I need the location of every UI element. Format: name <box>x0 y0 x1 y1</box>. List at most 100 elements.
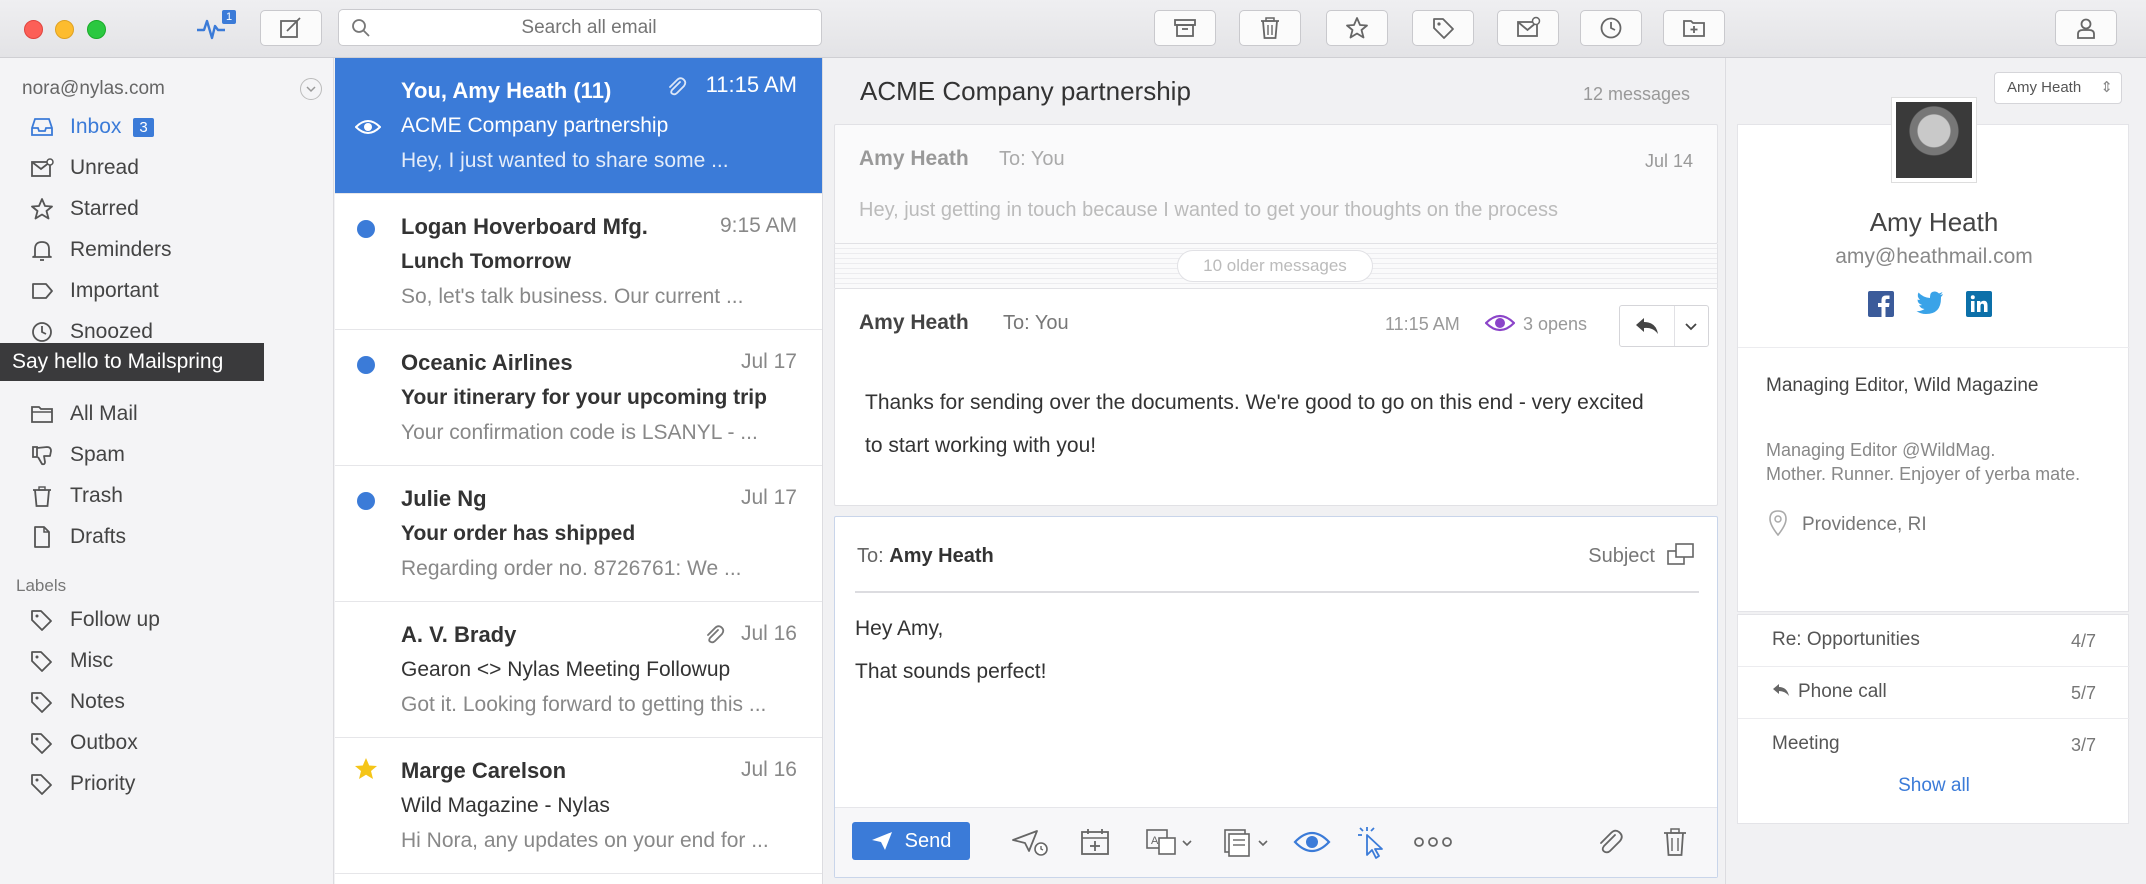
discard-draft-icon[interactable] <box>1661 824 1689 860</box>
facebook-icon[interactable] <box>1868 291 1894 322</box>
label-button[interactable] <box>1412 10 1474 46</box>
sidebar-item-reminders[interactable]: Reminders <box>28 233 328 267</box>
message-row[interactable]: Julie Ng Jul 17 Your order has shipped R… <box>335 466 822 602</box>
related-thread-item[interactable]: Phone call 5/7 <box>1738 667 2130 719</box>
popout-icon[interactable] <box>1667 543 1695 570</box>
sidebar-item-label: Follow up <box>70 608 160 631</box>
message-sender[interactable]: Amy Heath <box>859 311 969 335</box>
sidebar-item-label: Snoozed <box>70 320 153 343</box>
sidebar-item-label: Notes <box>70 690 125 713</box>
templates-icon[interactable] <box>1221 824 1271 860</box>
unread-indicator[interactable] <box>357 356 375 374</box>
contact-selector[interactable]: Amy Heath ⇕ <box>1994 72 2122 104</box>
clock-icon <box>1600 17 1622 39</box>
sidebar-item-all-mail[interactable]: All Mail <box>28 397 328 431</box>
search-icon <box>352 19 370 37</box>
message-date: Jul 16 <box>740 622 797 645</box>
bell-icon <box>28 236 56 264</box>
translate-icon[interactable]: A <box>1145 824 1195 860</box>
older-messages-button[interactable]: 10 older messages <box>1177 250 1373 282</box>
sidebar-item-label: Drafts <box>70 525 127 548</box>
person-icon <box>2077 18 2095 39</box>
message-row[interactable]: Oceanic Airlines Jul 17 Your itinerary f… <box>335 330 822 466</box>
composer-to-field[interactable]: To: Amy Heath <box>857 545 994 568</box>
search-input[interactable] <box>379 10 799 45</box>
tag-icon <box>1433 18 1454 39</box>
sidebar-label-misc[interactable]: Misc <box>28 644 328 678</box>
composer-body-line[interactable]: Hey Amy, <box>855 617 943 641</box>
search-box[interactable] <box>338 9 822 46</box>
compose-button[interactable] <box>260 10 322 46</box>
sidebar-item-starred[interactable]: Starred <box>28 192 328 226</box>
linkedin-icon[interactable] <box>1966 291 1992 322</box>
calendar-icon[interactable] <box>1079 824 1111 860</box>
folder-icon <box>28 400 56 428</box>
activity-button[interactable]: 1 <box>196 10 237 44</box>
send-later-icon[interactable] <box>1011 824 1051 860</box>
related-threads: Re: Opportunities 4/7 Phone call 5/7 Mee… <box>1737 614 2130 824</box>
message-date: 11:15 AM <box>705 72 797 97</box>
open-tracking-count[interactable]: 3 opens <box>1523 314 1587 335</box>
message-row[interactable]: A. V. Brady Jul 16 Gearon <> Nylas Meeti… <box>335 602 822 738</box>
clock-icon <box>28 318 56 346</box>
trash-button[interactable] <box>1239 10 1301 46</box>
reply-icon <box>1634 316 1660 341</box>
message-body: Thanks for sending over the documents. W… <box>865 391 1644 457</box>
sidebar-item-unread[interactable]: Unread <box>28 151 328 185</box>
sidebar-label-notes[interactable]: Notes <box>28 685 328 719</box>
archive-button[interactable] <box>1154 10 1216 46</box>
open-tracking-icon[interactable] <box>1293 824 1331 860</box>
zoom-window-button[interactable] <box>87 20 106 39</box>
sidebar-item-drafts[interactable]: Drafts <box>28 520 328 554</box>
account-toggle-button[interactable] <box>300 78 322 100</box>
avatar <box>1891 97 1977 183</box>
toolbar: 1 <box>0 0 2146 58</box>
sidebar-label-outbox[interactable]: Outbox <box>28 726 328 760</box>
message-snippet: Regarding order no. 8726761: We ... <box>401 557 742 580</box>
composer-body-line[interactable]: That sounds perfect! <box>855 660 1046 684</box>
unread-indicator[interactable] <box>357 220 375 238</box>
message-sender: You, Amy Heath (11) <box>401 78 612 103</box>
sidebar-label-follow-up[interactable]: Follow up <box>28 603 328 637</box>
twitter-icon[interactable] <box>1916 291 1944 322</box>
subject-toggle-button[interactable]: Subject <box>1588 545 1655 568</box>
thread-pane: ACME Company partnership 12 messages Amy… <box>824 58 1724 884</box>
trash-icon <box>1261 17 1279 39</box>
message-row[interactable]: You, Amy Heath (11) 11:15 AM ACME Compan… <box>335 58 822 194</box>
show-all-link[interactable]: Show all <box>1738 775 2130 797</box>
reply-button[interactable] <box>1619 305 1709 347</box>
sidebar-item-label: Unread <box>70 156 139 179</box>
send-button[interactable]: Send <box>852 822 970 860</box>
contact-sidebar-toggle[interactable] <box>2055 10 2117 46</box>
snooze-button[interactable] <box>1580 10 1642 46</box>
attachment-icon[interactable] <box>1595 824 1625 860</box>
star-filled-icon[interactable] <box>353 756 379 787</box>
related-thread-item[interactable]: Meeting 3/7 <box>1738 719 2130 771</box>
sidebar-item-spam[interactable]: Spam <box>28 438 328 472</box>
contact-email[interactable]: amy@heathmail.com <box>1738 245 2130 269</box>
minimize-window-button[interactable] <box>55 20 74 39</box>
more-options-icon[interactable] <box>1413 824 1453 860</box>
message-sender: Logan Hoverboard Mfg. <box>401 214 648 239</box>
sidebar-label-priority[interactable]: Priority <box>28 767 328 801</box>
message-row[interactable]: Marge Carelson Jul 16 Wild Magazine - Ny… <box>335 738 822 874</box>
unread-icon <box>28 154 56 182</box>
message-row[interactable]: Logan Hoverboard Mfg. 9:15 AM Lunch Tomo… <box>335 194 822 330</box>
move-to-folder-button[interactable] <box>1663 10 1725 46</box>
star-button[interactable] <box>1326 10 1388 46</box>
message-recipients: To: You <box>999 148 1065 170</box>
link-tracking-icon[interactable] <box>1355 824 1389 860</box>
sidebar-item-inbox[interactable]: Inbox 3 <box>28 110 328 144</box>
sidebar-item-important[interactable]: Important <box>28 274 328 308</box>
recipient-token[interactable]: Amy Heath <box>889 545 993 567</box>
sidebar-item-trash[interactable]: Trash <box>28 479 328 513</box>
related-thread-item[interactable]: Re: Opportunities 4/7 <box>1738 615 2130 667</box>
star-icon <box>1346 17 1368 39</box>
collapsed-message[interactable]: Amy Heath To: You Jul 14 Hey, just getti… <box>834 124 1718 244</box>
close-window-button[interactable] <box>24 20 43 39</box>
mark-unread-button[interactable] <box>1497 10 1559 46</box>
message-recipients: To: You <box>1003 312 1069 334</box>
unread-indicator[interactable] <box>357 492 375 510</box>
draft-icon <box>28 523 56 551</box>
chevron-down-icon[interactable] <box>1684 320 1698 338</box>
